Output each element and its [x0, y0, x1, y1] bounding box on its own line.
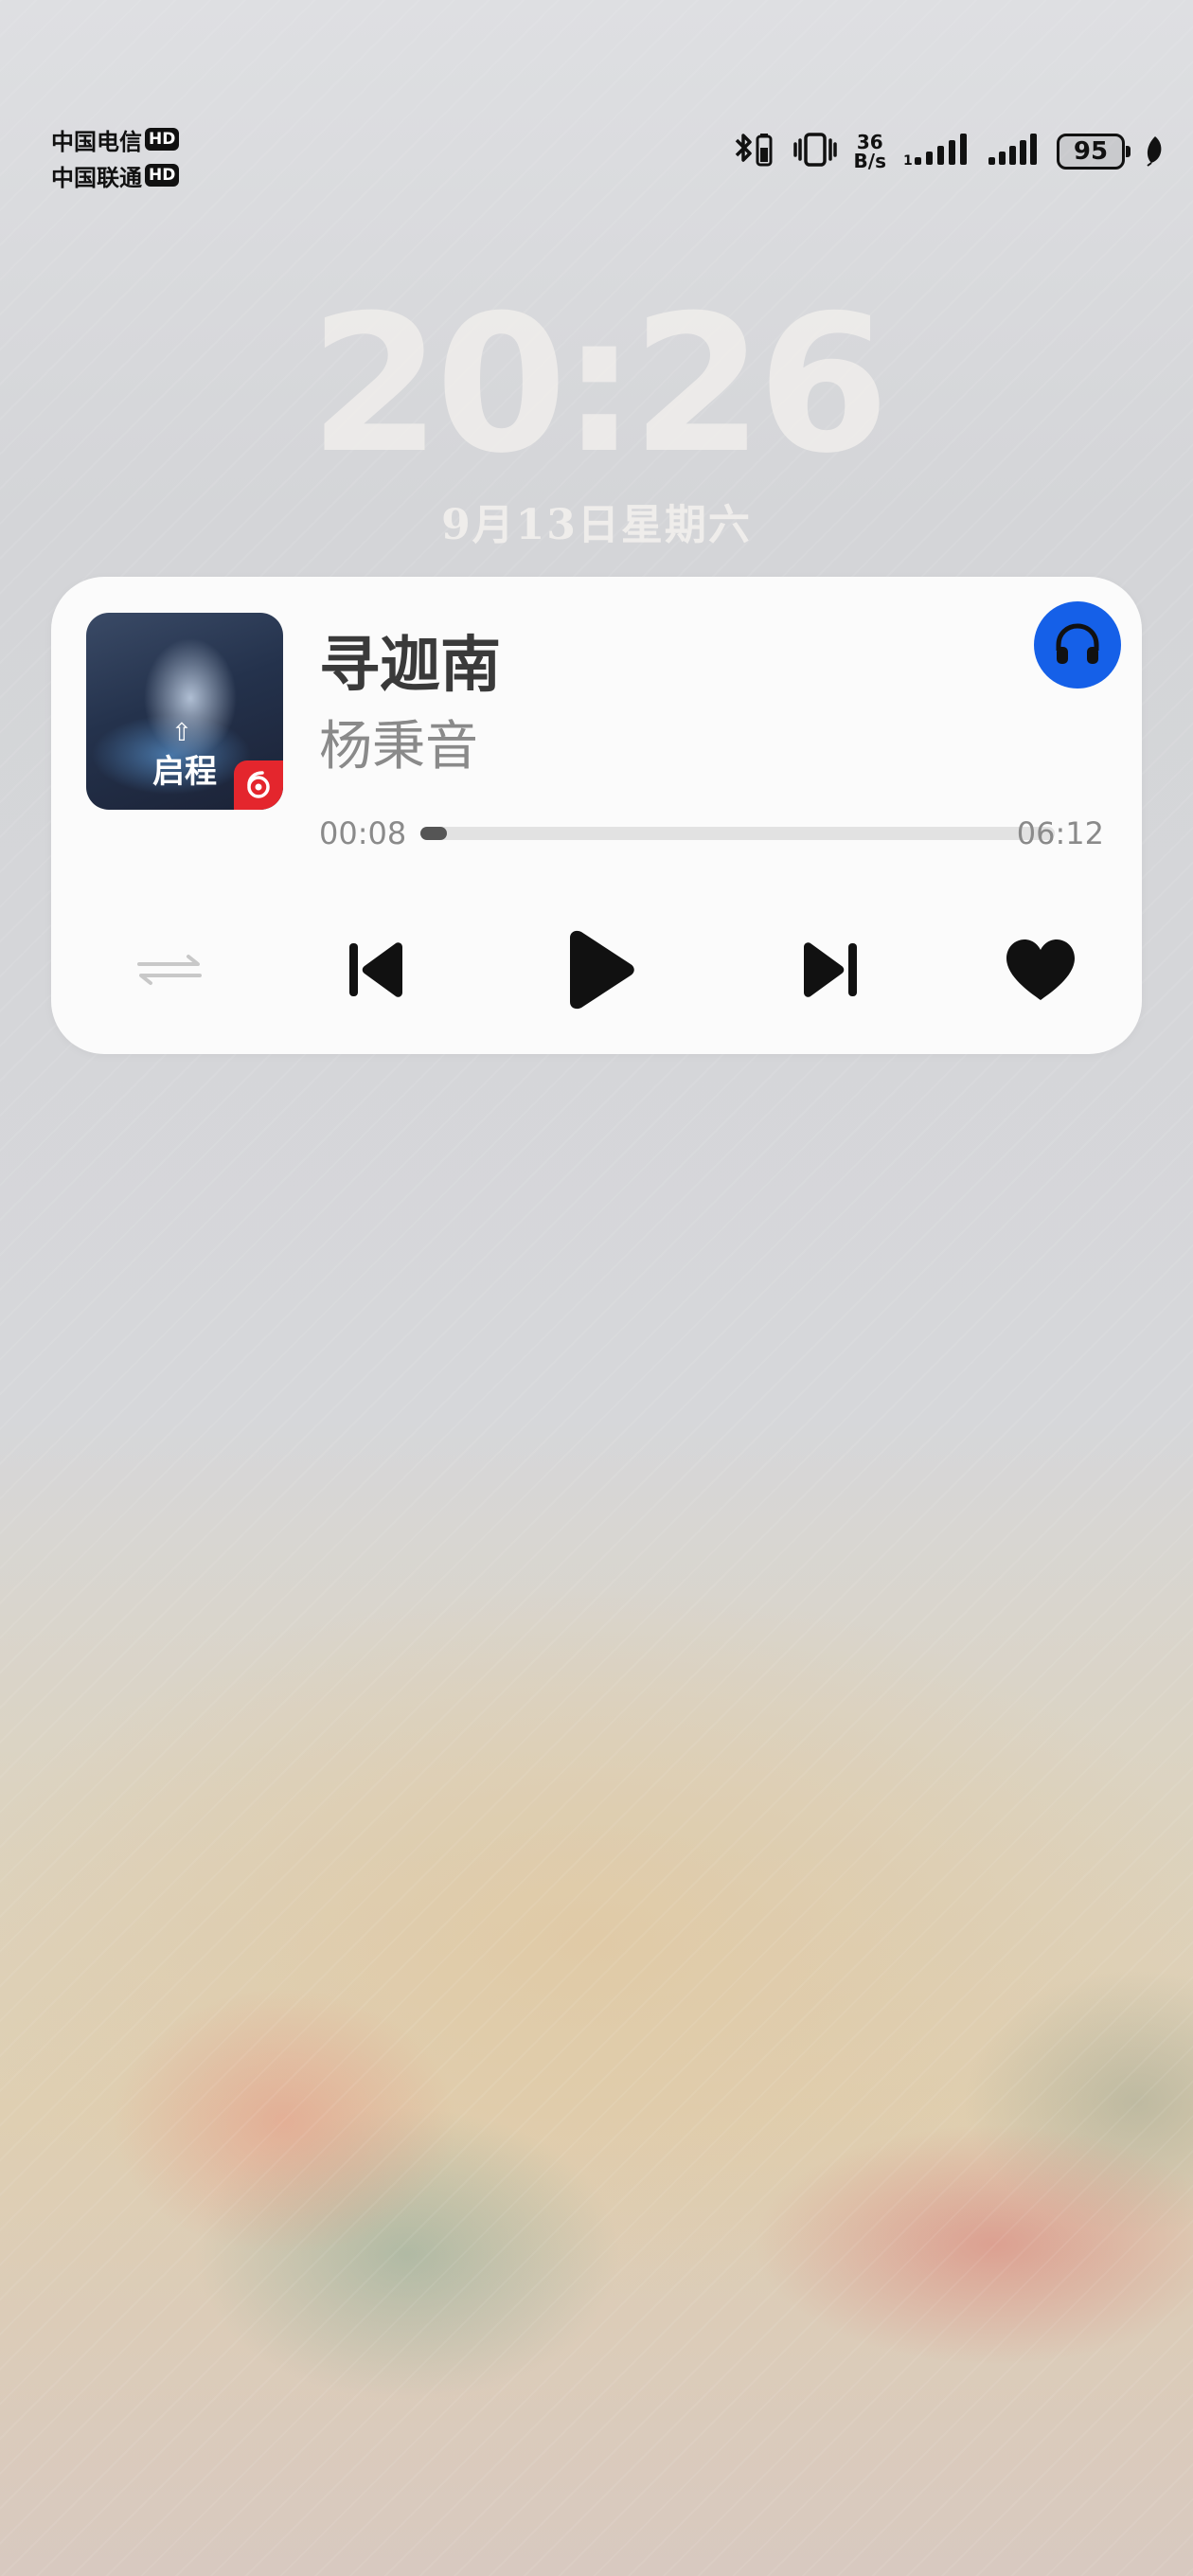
battery-icon: 95	[1057, 134, 1131, 170]
artist-name: 杨秉音	[319, 716, 478, 778]
song-title: 寻迦南	[319, 630, 501, 701]
netease-music-app-icon	[234, 760, 283, 810]
total-time: 06:12	[1016, 815, 1104, 851]
bluetooth-icon	[731, 131, 776, 172]
progress-bar-fill	[420, 827, 447, 840]
status-icons: 36 B/s 1 95	[731, 131, 1165, 172]
network-speed-value: 36	[856, 131, 883, 153]
network-speed: 36 B/s	[854, 133, 886, 170]
repeat-button[interactable]	[127, 918, 212, 1022]
carrier-list: 中国电信 HD 中国联通 HD	[51, 121, 180, 193]
network-speed-unit: B/s	[853, 150, 886, 172]
carrier-2: 中国联通 HD	[51, 157, 180, 193]
elapsed-time: 00:08	[319, 815, 407, 851]
music-player-card[interactable]: ⇧ 启程 寻迦南 杨秉音 00:08 06:12	[51, 577, 1142, 1054]
heart-icon	[1006, 939, 1075, 1000]
repeat-icon	[137, 955, 202, 985]
play-icon	[570, 930, 634, 1010]
lockscreen-date: 9月13日星期六	[441, 501, 752, 549]
carrier-1-name: 中国电信	[51, 128, 142, 155]
signal-2-icon	[988, 131, 1040, 172]
play-button[interactable]	[553, 918, 648, 1022]
audio-output-button[interactable]	[1034, 601, 1121, 689]
progress-bar[interactable]	[420, 827, 1055, 840]
signal-1-icon: 1	[903, 131, 971, 172]
next-button[interactable]	[786, 918, 871, 1022]
cover-arrow-icon: ⇧	[171, 719, 192, 747]
carrier-2-name: 中国联通	[51, 164, 142, 191]
lockscreen-clock: 20:26	[309, 275, 890, 495]
previous-button[interactable]	[335, 918, 420, 1022]
power-saving-leaf-icon	[1142, 133, 1165, 170]
previous-icon	[349, 942, 402, 997]
like-button[interactable]	[998, 918, 1083, 1022]
carrier-2-hd-badge: HD	[145, 164, 180, 187]
battery-level: 95	[1073, 137, 1109, 166]
next-icon	[804, 942, 857, 997]
headphones-icon	[1056, 623, 1099, 664]
album-cover[interactable]: ⇧ 启程	[86, 613, 283, 810]
vibrate-icon	[792, 131, 837, 172]
carrier-1-hd-badge: HD	[145, 128, 180, 151]
svg-text:1: 1	[903, 153, 913, 169]
carrier-1: 中国电信 HD	[51, 121, 180, 157]
playback-controls	[51, 918, 1142, 1022]
